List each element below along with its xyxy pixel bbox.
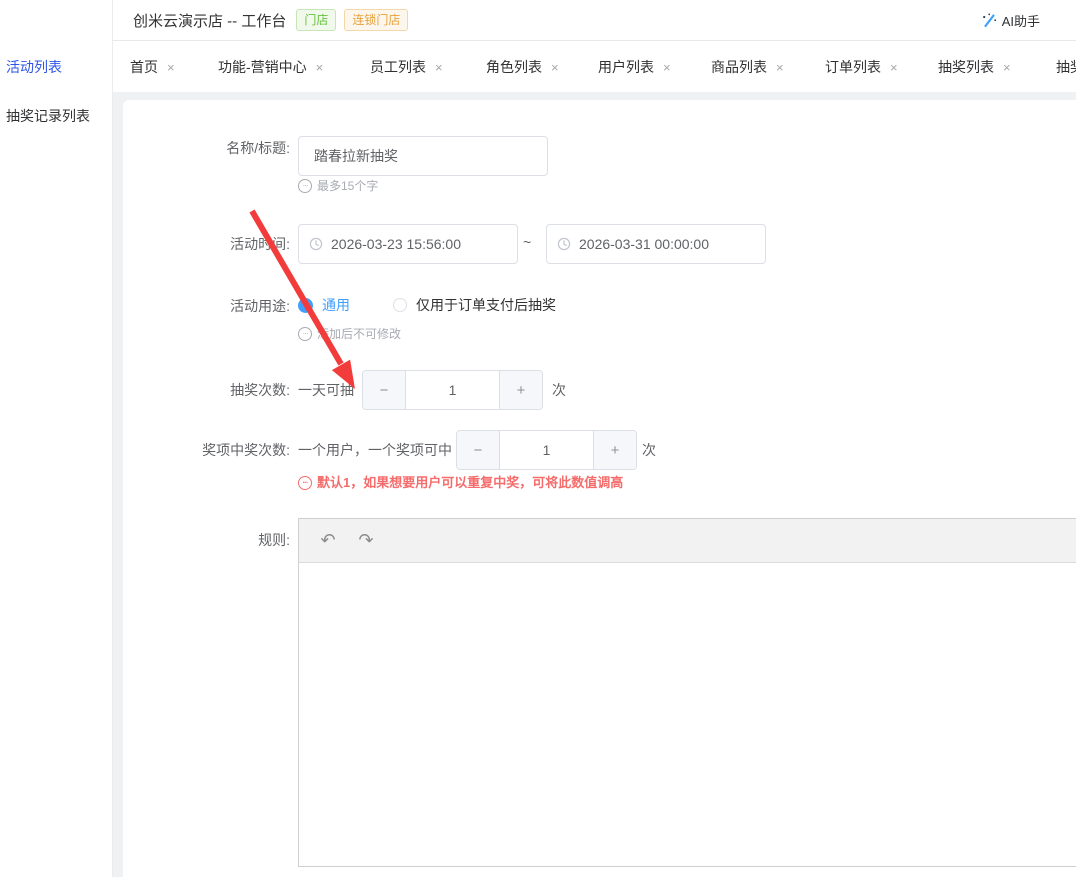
tab-label: 抽奖 bbox=[1056, 57, 1076, 77]
tab-product-list[interactable]: 商品列表 × bbox=[711, 41, 784, 93]
tab-close-icon[interactable]: × bbox=[776, 60, 784, 75]
radio-label: 通用 bbox=[322, 295, 350, 315]
tab-order-list[interactable]: 订单列表 × bbox=[825, 41, 898, 93]
draw-count-suffix: 次 bbox=[552, 380, 566, 400]
sidebar-item-activity-list[interactable]: 活动列表 bbox=[0, 57, 112, 77]
increase-button[interactable]: + bbox=[499, 371, 542, 409]
usage-label: 活动用途: bbox=[123, 296, 290, 316]
tab-lottery-list[interactable]: 抽奖列表 × bbox=[938, 41, 1011, 93]
undo-icon[interactable]: ↶ bbox=[313, 526, 343, 556]
main-content: 名称/标题: ··· 最多15个字 活动时间: 2026-03-23 15:56… bbox=[113, 93, 1076, 877]
tab-close-icon[interactable]: × bbox=[435, 60, 443, 75]
sidebar: 活动列表 抽奖记录列表 bbox=[0, 0, 113, 877]
usage-hint: ··· 添加后不可修改 bbox=[298, 326, 401, 342]
tab-partial-cut[interactable]: 抽奖 × bbox=[1056, 41, 1076, 93]
open-tabs-bar: 首页 × 功能-营销中心 × 员工列表 × 角色列表 × 用户列表 × 商品列表… bbox=[113, 41, 1076, 93]
usage-radio-group: 通用 仅用于订单支付后抽奖 bbox=[298, 295, 556, 315]
tab-label: 订单列表 bbox=[825, 57, 881, 77]
editor-content-area[interactable] bbox=[299, 564, 1076, 866]
tab-home[interactable]: 首页 × bbox=[130, 41, 175, 93]
top-header: 创米云演示店 -- 工作台 门店 连锁门店 AI助手 bbox=[113, 0, 1076, 41]
hint-text: 最多15个字 bbox=[317, 178, 378, 194]
draw-count-label: 抽奖次数: bbox=[123, 380, 290, 400]
rules-label: 规则: bbox=[123, 530, 290, 550]
tab-label: 商品列表 bbox=[711, 57, 767, 77]
hint-bubble-icon: ··· bbox=[298, 179, 312, 193]
store-workbench-title: 创米云演示店 -- 工作台 bbox=[133, 10, 286, 31]
tab-label: 员工列表 bbox=[370, 57, 426, 77]
magic-wand-icon bbox=[981, 12, 998, 29]
decrease-button[interactable]: − bbox=[363, 371, 406, 409]
activity-time-label: 活动时间: bbox=[123, 234, 290, 254]
tab-role-list[interactable]: 角色列表 × bbox=[486, 41, 559, 93]
end-time-value: 2026-03-31 00:00:00 bbox=[579, 236, 709, 252]
tab-staff-list[interactable]: 员工列表 × bbox=[370, 41, 443, 93]
editor-toolbar: ↶ ↷ bbox=[299, 519, 1076, 563]
decrease-button[interactable]: − bbox=[457, 431, 500, 469]
sidebar-item-lottery-records[interactable]: 抽奖记录列表 bbox=[0, 106, 112, 126]
rules-rich-text-editor: ↶ ↷ bbox=[298, 518, 1076, 867]
prize-count-input[interactable] bbox=[500, 431, 593, 469]
start-time-value: 2026-03-23 15:56:00 bbox=[331, 236, 461, 252]
name-title-input[interactable] bbox=[298, 136, 548, 176]
hint-text: 添加后不可修改 bbox=[317, 326, 401, 342]
tab-marketing-center[interactable]: 功能-营销中心 × bbox=[218, 41, 323, 93]
radio-selected-icon bbox=[298, 298, 313, 313]
sidebar-item-label: 活动列表 bbox=[6, 59, 62, 75]
hint-bubble-icon: ··· bbox=[298, 476, 312, 490]
prize-count-suffix: 次 bbox=[642, 440, 656, 460]
ai-assistant-label: AI助手 bbox=[1002, 11, 1040, 30]
draw-count-stepper: − + bbox=[362, 370, 543, 410]
start-time-picker[interactable]: 2026-03-23 15:56:00 bbox=[298, 224, 518, 264]
sidebar-item-label: 抽奖记录列表 bbox=[6, 108, 90, 124]
name-title-label: 名称/标题: bbox=[123, 138, 290, 158]
prize-count-label: 奖项中奖次数: bbox=[123, 440, 290, 460]
tab-close-icon[interactable]: × bbox=[316, 60, 324, 75]
lottery-form-card: 名称/标题: ··· 最多15个字 活动时间: 2026-03-23 15:56… bbox=[123, 100, 1076, 877]
prize-count-stepper: − + bbox=[456, 430, 637, 470]
tab-close-icon[interactable]: × bbox=[663, 60, 671, 75]
tab-label: 首页 bbox=[130, 57, 158, 77]
tab-close-icon[interactable]: × bbox=[890, 60, 898, 75]
end-time-picker[interactable]: 2026-03-31 00:00:00 bbox=[546, 224, 766, 264]
hint-bubble-icon: ··· bbox=[298, 327, 312, 341]
store-type-badge: 门店 bbox=[296, 9, 336, 31]
chain-store-badge: 连锁门店 bbox=[344, 9, 408, 31]
tab-label: 抽奖列表 bbox=[938, 57, 994, 77]
tab-label: 角色列表 bbox=[486, 57, 542, 77]
prize-count-prefix: 一个用户，一个奖项可中 bbox=[298, 440, 452, 460]
tab-user-list[interactable]: 用户列表 × bbox=[598, 41, 671, 93]
name-hint: ··· 最多15个字 bbox=[298, 178, 378, 194]
radio-unselected-icon bbox=[393, 298, 407, 312]
tab-close-icon[interactable]: × bbox=[551, 60, 559, 75]
radio-label: 仅用于订单支付后抽奖 bbox=[416, 295, 556, 315]
tab-label: 用户列表 bbox=[598, 57, 654, 77]
clock-icon bbox=[557, 237, 571, 251]
increase-button[interactable]: + bbox=[593, 431, 636, 469]
clock-icon bbox=[309, 237, 323, 251]
prize-count-hint: ··· 默认1，如果想要用户可以重复中奖，可将此数值调高 bbox=[298, 475, 623, 491]
tab-close-icon[interactable]: × bbox=[167, 60, 175, 75]
time-range-separator: ~ bbox=[523, 234, 531, 250]
tab-close-icon[interactable]: × bbox=[1003, 60, 1011, 75]
radio-order-pay-only[interactable]: 仅用于订单支付后抽奖 bbox=[393, 295, 556, 315]
draw-count-prefix: 一天可抽 bbox=[298, 380, 354, 400]
radio-general[interactable]: 通用 bbox=[298, 295, 350, 315]
tab-label: 功能-营销中心 bbox=[218, 57, 307, 77]
ai-assistant-button[interactable]: AI助手 bbox=[981, 11, 1040, 30]
hint-text: 默认1，如果想要用户可以重复中奖，可将此数值调高 bbox=[317, 475, 623, 491]
draw-count-input[interactable] bbox=[406, 371, 499, 409]
redo-icon[interactable]: ↷ bbox=[351, 526, 381, 556]
